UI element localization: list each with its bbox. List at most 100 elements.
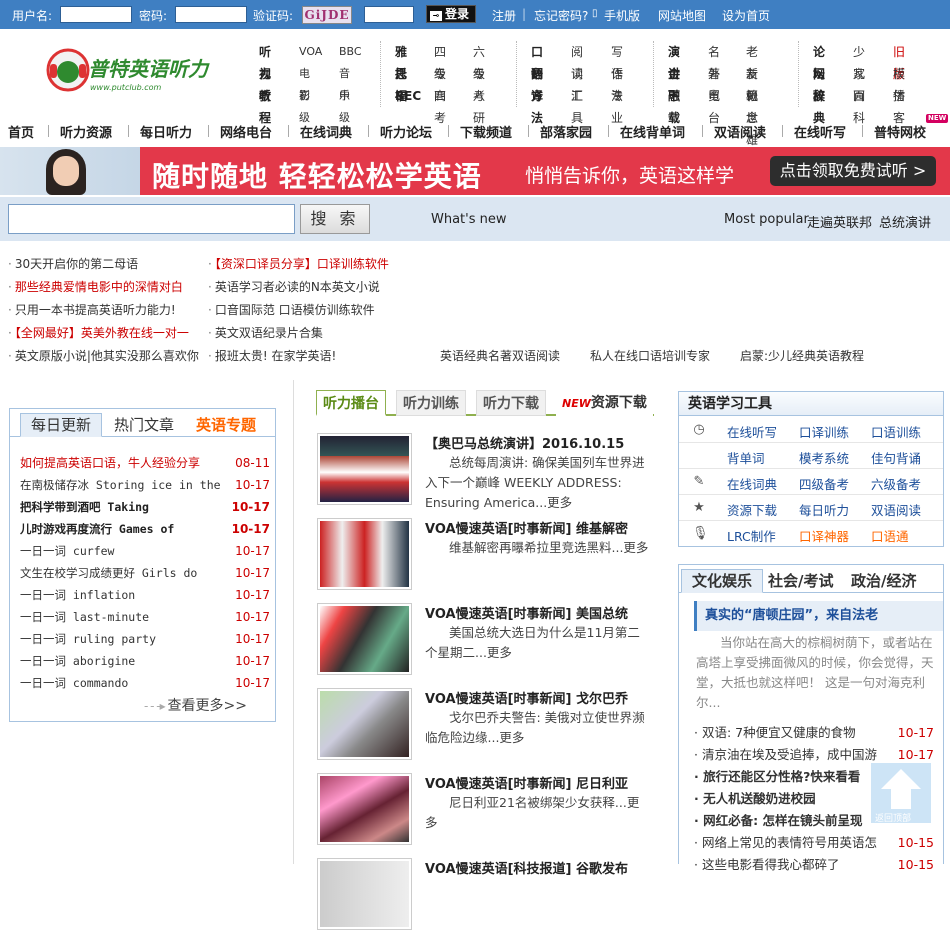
tab-listening-download[interactable]: 听力下载 [476, 390, 546, 416]
main-nav-item[interactable]: 在线背单词 [620, 122, 685, 141]
tool-link[interactable]: 在线听写 [727, 422, 777, 441]
list-item[interactable]: 一日一词 last-minute 10-17 [20, 606, 270, 628]
promo-link[interactable]: · 那些经典爱情电影中的深情对白 [8, 278, 183, 295]
list-item[interactable]: 一日一词 ruling party 10-17 [20, 628, 270, 650]
list-item[interactable]: 一日一词 commando 10-17 [20, 672, 270, 694]
tab-resource-download[interactable]: NEW资源下载 [556, 390, 653, 416]
captcha-image[interactable]: GiJDE [302, 6, 352, 24]
tool-link[interactable]: 口译神器 [799, 526, 849, 545]
news-list-item[interactable]: · 这些电影看得我心都碎了 10-15 [694, 854, 934, 876]
list-item[interactable]: 儿时游戏再度流行 Games of 10-17 [20, 518, 270, 540]
promo-link[interactable]: 私人在线口语培训专家 [590, 347, 710, 364]
news-item[interactable]: VOA慢速英语[时事新闻] 美国总统 美国总统大选日为什么是11月第二个星期二..… [317, 603, 657, 678]
news-item[interactable]: VOA慢速英语[科技报道] 谷歌发布 [317, 858, 657, 933]
mobile-link[interactable]: 手机版 [604, 7, 640, 24]
news-thumbnail[interactable] [317, 603, 412, 675]
news-title[interactable]: VOA慢速英语[科技报道] 谷歌发布 [425, 858, 628, 877]
most-popular-link[interactable]: Most popular [724, 212, 809, 227]
main-nav-item[interactable]: 下载频道 [460, 122, 512, 141]
sitemap-link[interactable]: 网站地图 [658, 7, 706, 24]
promo-link[interactable]: · 只用一本书提高英语听力能力! [8, 301, 176, 318]
tool-link[interactable]: 模考系统 [799, 448, 849, 467]
list-item[interactable]: 在南极储存冰 Storing ice in the 10-17 [20, 474, 270, 496]
promo-link[interactable]: · 30天开启你的第二母语 [8, 255, 138, 272]
promo-link[interactable]: 启蒙:少儿经典英语教程 [740, 347, 864, 364]
tab-daily-updates[interactable]: 每日更新 [20, 413, 103, 437]
back-to-top-button[interactable]: 返回顶部 [871, 763, 931, 824]
news-title[interactable]: VOA慢速英语[时事新闻] 维基解密 [425, 518, 628, 537]
tool-link[interactable]: 双语阅读 [871, 500, 921, 519]
captcha-input[interactable] [364, 6, 414, 23]
featured-article-title[interactable]: 真实的“唐顿庄园”，来自法老 [694, 601, 943, 631]
news-list-item[interactable]: · 双语: 7种便宜又健康的食物 10-17 [694, 722, 934, 744]
tool-link[interactable]: 资源下载 [727, 500, 777, 519]
tab-listening-broadcast[interactable]: 听力播台 [316, 390, 386, 416]
main-nav-item[interactable]: 在线听写 [794, 122, 846, 141]
tab-culture[interactable]: 文化娱乐 [681, 569, 764, 593]
list-item[interactable]: 一日一词 curfew 10-17 [20, 540, 270, 562]
tool-link[interactable]: 每日听力 [799, 500, 849, 519]
nav-link[interactable]: VOA [299, 41, 322, 63]
search-button[interactable]: 搜 索 [300, 204, 370, 234]
tab-listening-training[interactable]: 听力训练 [396, 390, 466, 416]
main-nav-item[interactable]: 听力资源 [60, 122, 112, 141]
tab-society-exam[interactable]: 社会/考试 [768, 570, 833, 594]
news-item[interactable]: 【奥巴马总统演讲】2016.10.15 总统每周演讲: 确保美国列车世界进入下一个… [317, 433, 657, 510]
promo-link[interactable]: · 英语学习者必读的N本英文小说 [208, 278, 380, 295]
username-input[interactable] [60, 6, 132, 23]
main-nav-item[interactable]: 双语阅读 [714, 122, 766, 141]
news-title[interactable]: VOA慢速英语[时事新闻] 戈尔巴乔 [425, 688, 628, 707]
list-item[interactable]: 文生在校学习成绩更好 Girls do 10-17 [20, 562, 270, 584]
tool-link[interactable]: 在线词典 [727, 474, 777, 493]
tool-link[interactable]: 四级备考 [799, 474, 849, 493]
nav-link[interactable]: BEC [395, 85, 421, 107]
search-input[interactable] [8, 204, 295, 234]
view-more-link[interactable]: - - -▸ 查看更多>> [144, 695, 247, 715]
hot-link-2[interactable]: 总统演讲 [879, 212, 931, 231]
login-button[interactable]: ⊸ 登录 [426, 5, 476, 23]
main-nav-item[interactable]: 部落家园 [540, 122, 592, 141]
list-item[interactable]: 如何提高英语口语，牛人经验分享 08-11 [20, 452, 270, 474]
news-thumbnail[interactable] [317, 433, 412, 505]
main-nav-item[interactable]: 在线词典 [300, 122, 352, 141]
main-nav-item[interactable]: 普特网校 [874, 122, 926, 141]
tool-link[interactable]: 背单词 [727, 448, 765, 467]
forgot-password-link[interactable]: 忘记密码? [534, 7, 588, 24]
main-nav-item[interactable]: 每日听力 [140, 122, 192, 141]
news-item[interactable]: VOA慢速英语[时事新闻] 维基解密 维基解密再曝希拉里竞选黑料...更多 [317, 518, 657, 593]
main-nav-item[interactable]: 网络电台 [220, 122, 272, 141]
main-nav-item[interactable]: 听力论坛 [380, 122, 432, 141]
promo-banner[interactable]: 随时随地 轻轻松松学英语 悄悄告诉你，英语这样学 点击领取免费试听 > [0, 147, 950, 195]
news-item[interactable]: VOA慢速英语[时事新闻] 戈尔巴乔 戈尔巴乔夫警告: 美俄对立使世界濒临危险边缘… [317, 688, 657, 763]
whats-new-link[interactable]: What's new [431, 212, 507, 227]
news-thumbnail[interactable] [317, 858, 412, 930]
tab-politics-economy[interactable]: 政治/经济 [851, 570, 916, 594]
list-item[interactable]: 把科学带到酒吧 Taking 10-17 [20, 496, 270, 518]
tab-english-topics[interactable]: 英语专题 [196, 414, 256, 438]
register-link[interactable]: 注册 [492, 7, 516, 24]
tool-link[interactable]: LRC制作 [727, 526, 776, 545]
main-nav-item[interactable]: 首页 [8, 122, 34, 141]
nav-link[interactable]: BBC [339, 41, 362, 63]
promo-link[interactable]: · 报班太贵! 在家学英语! [208, 347, 336, 364]
site-logo[interactable]: 普特英语听力 www.putclub.com [44, 42, 214, 104]
tab-hot-articles[interactable]: 热门文章 [114, 414, 174, 438]
tool-link[interactable]: 六级备考 [871, 474, 921, 493]
promo-link[interactable]: · 英文原版小说|他其实没那么喜欢你 [8, 347, 199, 364]
news-thumbnail[interactable] [317, 773, 412, 845]
hot-link-1[interactable]: 走遍英联邦 [807, 212, 872, 231]
password-input[interactable] [175, 6, 247, 23]
tool-link[interactable]: 口译训练 [799, 422, 849, 441]
news-title[interactable]: VOA慢速英语[时事新闻] 美国总统 [425, 603, 628, 622]
news-item[interactable]: VOA慢速英语[时事新闻] 尼日利亚 尼日利亚21名被绑架少女获释...更多 [317, 773, 657, 848]
news-list-item[interactable]: · 网络上常见的表情符号用英语怎 10-15 [694, 832, 934, 854]
promo-link[interactable]: · 英文双语纪录片合集 [208, 324, 323, 341]
tool-link[interactable]: 佳句背诵 [871, 448, 921, 467]
news-title[interactable]: VOA慢速英语[时事新闻] 尼日利亚 [425, 773, 628, 792]
banner-cta-button[interactable]: 点击领取免费试听 > [770, 156, 936, 186]
promo-link[interactable]: · 口音国际范 口语模仿训练软件 [208, 301, 375, 318]
list-item[interactable]: 一日一词 aborigine 10-17 [20, 650, 270, 672]
homepage-link[interactable]: 设为首页 [722, 7, 770, 24]
list-item[interactable]: 一日一词 inflation 10-17 [20, 584, 270, 606]
news-thumbnail[interactable] [317, 688, 412, 760]
